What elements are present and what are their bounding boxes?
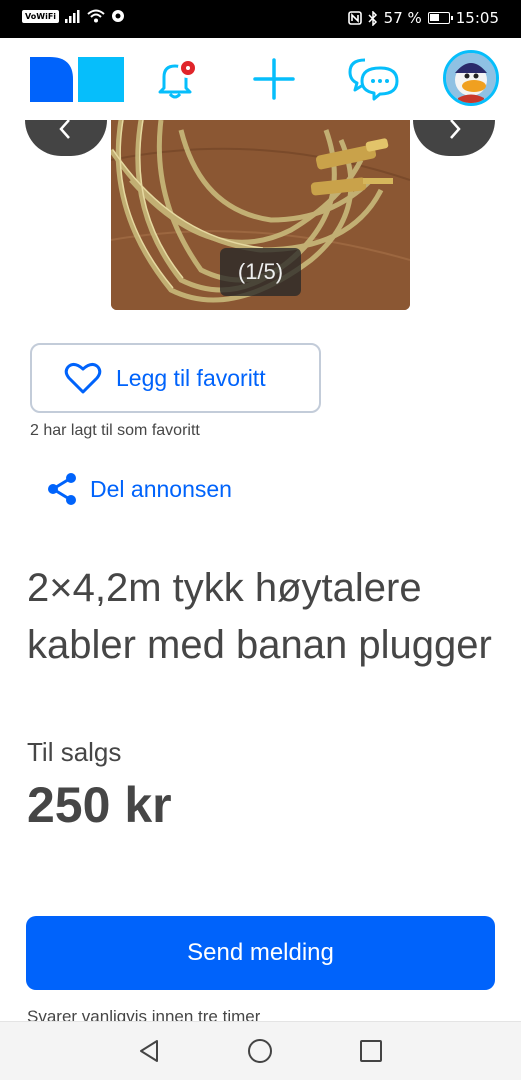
send-message-label: Send melding (187, 939, 334, 966)
send-message-button[interactable]: Send melding (26, 916, 495, 990)
notifications-button[interactable] (150, 54, 200, 104)
recents-icon[interactable] (358, 1038, 384, 1064)
next-image-button[interactable] (413, 120, 495, 156)
chat-icon (348, 58, 399, 101)
home-icon[interactable] (247, 1038, 273, 1064)
reply-time-note: Svarer vanligvis innen tre timer (27, 1007, 261, 1022)
listing-title: 2×4,2m tykk høytalere kabler med banan p… (27, 566, 492, 667)
status-left: VoWiFi (22, 9, 125, 23)
notification-badge (178, 58, 198, 78)
share-ad-link[interactable]: Del annonsen (46, 472, 232, 506)
new-ad-button[interactable] (249, 54, 299, 104)
share-ad-label: Del annonsen (90, 475, 232, 502)
previous-image-button[interactable] (25, 120, 107, 156)
nfc-icon (347, 11, 362, 25)
app-header (0, 38, 521, 120)
chevron-right-icon (450, 120, 461, 139)
add-favorite-label: Legg til favoritt (116, 364, 266, 391)
avatar[interactable] (443, 50, 499, 106)
heart-icon (64, 362, 102, 394)
sync-icon (112, 10, 125, 22)
favorite-count: 2 har lagt til som favoritt (30, 422, 200, 439)
battery-level (429, 14, 440, 21)
listing-status: Til salgs (27, 737, 122, 767)
status-bar: VoWiFi 57 % 15:05 (0, 0, 521, 38)
avatar-image (446, 53, 496, 103)
clock: 15:05 (455, 9, 499, 27)
add-favorite-button[interactable]: Legg til favoritt (30, 343, 321, 413)
image-counter: (1/5) (220, 248, 301, 296)
logo-icon[interactable] (28, 57, 124, 102)
battery-percent: 57 % (383, 9, 422, 27)
wifi-icon (87, 9, 105, 23)
battery-icon (427, 12, 453, 24)
share-icon (48, 473, 76, 505)
vowifi-icon: VoWiFi (22, 9, 60, 23)
chevron-left-icon (59, 120, 70, 139)
listing-price: 250 kr (27, 777, 172, 833)
messages-button[interactable] (346, 54, 402, 104)
bluetooth-icon (368, 10, 377, 26)
status-right: 57 % 15:05 (347, 9, 499, 27)
plus-icon (253, 58, 295, 100)
signal-icon (65, 10, 80, 23)
system-navigation-bar (0, 1021, 521, 1080)
back-icon[interactable] (137, 1038, 163, 1064)
